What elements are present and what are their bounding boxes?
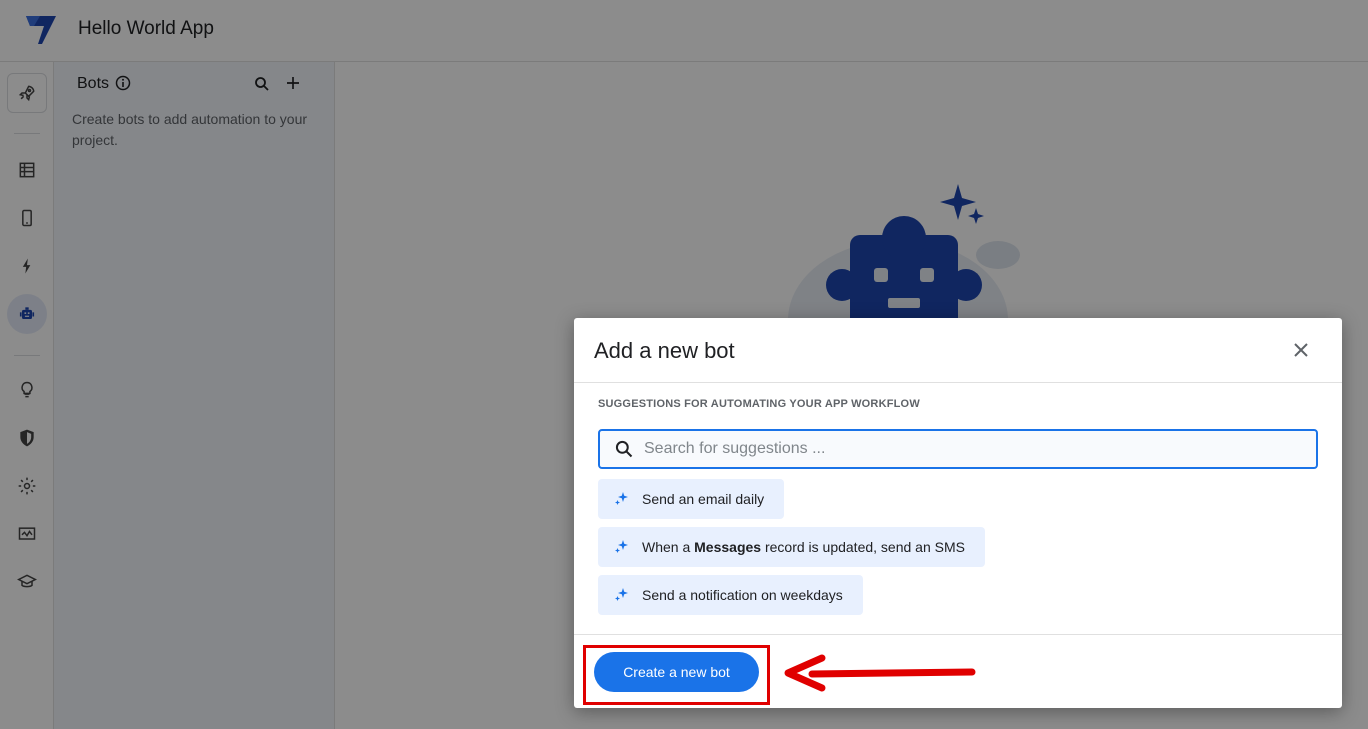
suggestion-text: Send a notification on weekdays bbox=[642, 587, 843, 603]
sparkle-icon bbox=[615, 588, 628, 601]
dialog-title: Add a new bot bbox=[594, 338, 735, 363]
annotation-arrow-icon bbox=[784, 654, 976, 692]
suggestions-label: SUGGESTIONS FOR AUTOMATING YOUR APP WORK… bbox=[598, 398, 920, 410]
suggestion-chip-email-daily[interactable]: Send an email daily bbox=[598, 479, 785, 519]
suggestion-search-input[interactable] bbox=[644, 434, 1294, 464]
search-icon bbox=[615, 440, 633, 458]
sparkle-icon bbox=[615, 492, 628, 505]
suggestion-text: Send an email daily bbox=[642, 491, 765, 507]
suggestion-chip-weekday-notification[interactable]: Send a notification on weekdays bbox=[598, 575, 863, 615]
dialog-footer-divider bbox=[574, 634, 1342, 635]
suggestion-search-box[interactable] bbox=[598, 429, 1318, 469]
close-button[interactable] bbox=[1289, 338, 1313, 362]
sparkle-icon bbox=[615, 540, 628, 553]
annotation-highlight-box bbox=[583, 645, 770, 705]
suggestion-text-prefix: When a bbox=[642, 539, 695, 555]
suggestion-chip-messages-sms[interactable]: When a Messages record is updated, send … bbox=[598, 527, 985, 567]
suggestion-text-table: Messages bbox=[694, 539, 762, 555]
close-icon bbox=[1294, 343, 1308, 357]
suggestion-text-suffix: record is updated, send an SMS bbox=[761, 539, 965, 555]
dialog-divider bbox=[574, 382, 1342, 383]
